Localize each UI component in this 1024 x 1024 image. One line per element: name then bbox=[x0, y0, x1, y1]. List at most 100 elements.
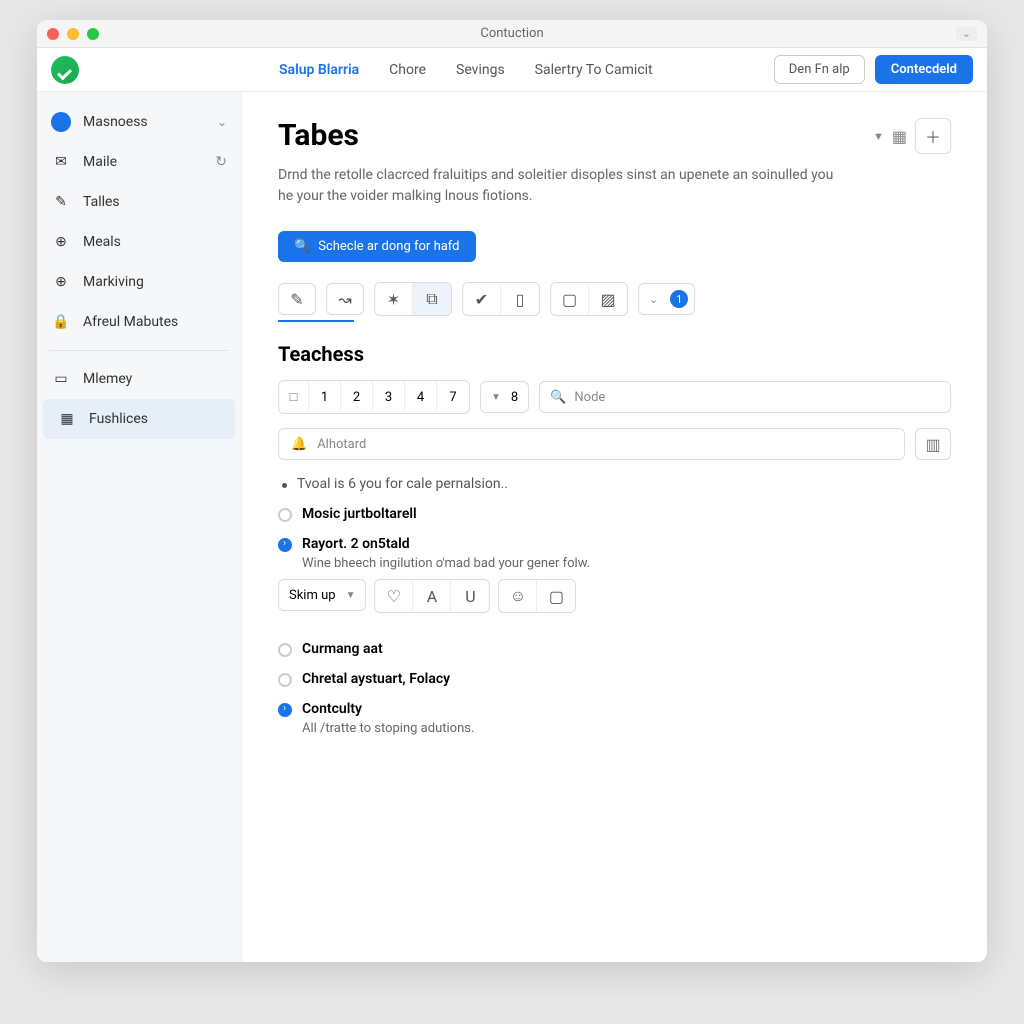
item-title: Contculty bbox=[302, 701, 362, 717]
format-label: Skim up bbox=[289, 588, 336, 603]
dropdown-caret-icon[interactable]: ▼ bbox=[873, 130, 884, 143]
filter-band[interactable]: 🔔 Alhotard bbox=[278, 428, 905, 460]
app-logo-icon[interactable] bbox=[51, 56, 79, 84]
traffic-lights bbox=[47, 28, 99, 40]
underline-icon: U bbox=[465, 587, 475, 606]
radio-icon[interactable] bbox=[278, 673, 292, 687]
reload-icon[interactable]: ↻ bbox=[215, 154, 227, 170]
sidebar-item-label: Meals bbox=[83, 234, 121, 250]
fmt-image[interactable]: ▢ bbox=[537, 580, 575, 612]
format-dropdown[interactable]: Skim up ▼ bbox=[278, 579, 366, 611]
primary-search-button[interactable]: 🔍 Schecle ar dong for hafd bbox=[278, 231, 476, 262]
node-search-input[interactable]: 🔍 Node bbox=[539, 381, 951, 413]
sidebar-item-markiving[interactable]: ⊕ Markiving bbox=[37, 262, 241, 302]
open-icon: ⧉ bbox=[426, 289, 437, 309]
fmt-heart[interactable]: ♡ bbox=[375, 580, 413, 612]
image-icon: ▢ bbox=[549, 587, 564, 606]
list-item[interactable]: Mosic jurtboltarell bbox=[278, 506, 951, 522]
mail-icon: ✉ bbox=[51, 152, 71, 172]
list-item[interactable]: Curmang aat bbox=[278, 641, 951, 657]
fmt-text[interactable]: A bbox=[413, 580, 451, 612]
radio-icon[interactable] bbox=[278, 643, 292, 657]
tool-redo[interactable]: ↝ bbox=[326, 283, 364, 315]
list-item[interactable]: Contculty bbox=[278, 701, 951, 717]
connect-button[interactable]: Contecdeld bbox=[875, 55, 973, 84]
tool-edit[interactable]: ✎ bbox=[278, 283, 316, 315]
titlebar: Contuction ⌄ bbox=[37, 20, 987, 48]
list-item[interactable]: Chretal aystuart, Folacy bbox=[278, 671, 951, 687]
drop-value: 8 bbox=[511, 390, 518, 405]
item-list: Mosic jurtboltarell Rayort. 2 on5tald Wi… bbox=[278, 506, 951, 744]
seg-7[interactable]: 7 bbox=[437, 381, 469, 413]
tab-salup[interactable]: Salup Blarria bbox=[279, 62, 359, 78]
spark-icon: ✶ bbox=[387, 290, 400, 309]
divider bbox=[49, 350, 229, 351]
sidebar-item-talles[interactable]: ✎ Talles bbox=[37, 182, 241, 222]
sidebar-item-meals[interactable]: ⊕ Meals bbox=[37, 222, 241, 262]
chart-button[interactable]: ▥ bbox=[915, 428, 951, 460]
tab-indicator bbox=[278, 320, 354, 322]
tool-counter[interactable]: ⌄ 1 bbox=[638, 283, 695, 315]
fmt-emoji[interactable]: ☺ bbox=[499, 580, 537, 612]
sidebar-item-label: Markiving bbox=[83, 274, 144, 290]
window-title: Contuction bbox=[480, 26, 543, 41]
tool-group-2: ✔ ▯ bbox=[462, 282, 540, 316]
chevron-down-icon: ▼ bbox=[491, 392, 501, 403]
seg-checkbox[interactable]: ☐ bbox=[279, 381, 309, 413]
top-tabs: Salup Blarria Chore Sevings Salertry To … bbox=[279, 62, 774, 78]
counter-badge: 1 bbox=[670, 290, 688, 308]
tool-doc[interactable]: ▯ bbox=[501, 283, 539, 315]
close-icon[interactable] bbox=[47, 28, 59, 40]
tool-open[interactable]: ⧉ bbox=[413, 283, 451, 315]
sidebar-item-fushlices[interactable]: ▦ Fushlices bbox=[43, 399, 235, 439]
redo-icon: ↝ bbox=[338, 290, 351, 309]
item-sub: All /tratte to stoping adutions. bbox=[302, 721, 951, 736]
sidebar-user[interactable]: Masnoess ⌄ bbox=[37, 102, 241, 142]
tool-check[interactable]: ✔ bbox=[463, 283, 501, 315]
tab-sevings[interactable]: Sevings bbox=[456, 62, 505, 78]
section-title: Teachess bbox=[278, 342, 951, 366]
page-size-dropdown[interactable]: ▼ 8 bbox=[480, 381, 529, 413]
pencil-icon: ✎ bbox=[51, 192, 71, 212]
list-item[interactable]: Rayort. 2 on5tald bbox=[278, 536, 951, 552]
grid-view-icon[interactable]: ▦ bbox=[892, 127, 907, 146]
sidebar-item-label: Afreul Mabutes bbox=[83, 314, 178, 330]
item-title: Mosic jurtboltarell bbox=[302, 506, 417, 522]
minimize-icon[interactable] bbox=[67, 28, 79, 40]
user-name: Masnoess bbox=[83, 114, 148, 130]
tool-calendar[interactable]: ▢ bbox=[551, 283, 589, 315]
tab-chore[interactable]: Chore bbox=[389, 62, 426, 78]
radio-filled-icon[interactable] bbox=[278, 703, 292, 717]
search-icon: 🔍 bbox=[294, 239, 310, 254]
seg-2[interactable]: 2 bbox=[341, 381, 373, 413]
seg-4[interactable]: 4 bbox=[405, 381, 437, 413]
add-button[interactable]: ＋ bbox=[915, 118, 951, 154]
check-icon: ✔ bbox=[475, 290, 488, 309]
emoji-icon: ☺ bbox=[510, 586, 526, 606]
globe-icon: ⊕ bbox=[51, 272, 71, 292]
sidebar-item-mlemey[interactable]: ▭ Mlemey bbox=[37, 359, 241, 399]
tab-salertry[interactable]: Salertry To Camicit bbox=[535, 62, 653, 78]
seg-3[interactable]: 3 bbox=[373, 381, 405, 413]
fmt-underline[interactable]: U bbox=[451, 580, 489, 612]
sidebar-item-maile[interactable]: ✉ Maile ↻ bbox=[37, 142, 241, 182]
document-icon: ▯ bbox=[516, 290, 525, 309]
tool-spark[interactable]: ✶ bbox=[375, 283, 413, 315]
seg-1[interactable]: 1 bbox=[309, 381, 341, 413]
item-sub: Wine bheech ingilution o'mad bad your ge… bbox=[302, 556, 951, 571]
help-button[interactable]: Den Fn alp bbox=[774, 55, 865, 84]
node-placeholder: Node bbox=[574, 390, 605, 405]
card-icon: ▭ bbox=[51, 369, 71, 389]
toolbar: ✎ ↝ ✶ ⧉ ✔ ▯ ▢ ▨ ⌄ 1 bbox=[278, 282, 951, 316]
band-placeholder: Alhotard bbox=[317, 437, 366, 452]
radio-filled-icon[interactable] bbox=[278, 538, 292, 552]
sidebar-item-afreul[interactable]: 🔒 Afreul Mabutes bbox=[37, 302, 241, 342]
window-badge[interactable]: ⌄ bbox=[956, 26, 977, 41]
radio-icon[interactable] bbox=[278, 508, 292, 522]
item-title: Rayort. 2 on5tald bbox=[302, 536, 410, 552]
page-description: Drnd the retolle clacrced fraluitips and… bbox=[278, 165, 838, 207]
tool-image[interactable]: ▨ bbox=[589, 283, 627, 315]
zoom-icon[interactable] bbox=[87, 28, 99, 40]
format-toolbar: Skim up ▼ ♡ A U ☺ ▢ bbox=[278, 579, 951, 613]
chevron-down-icon: ⌄ bbox=[217, 115, 227, 129]
